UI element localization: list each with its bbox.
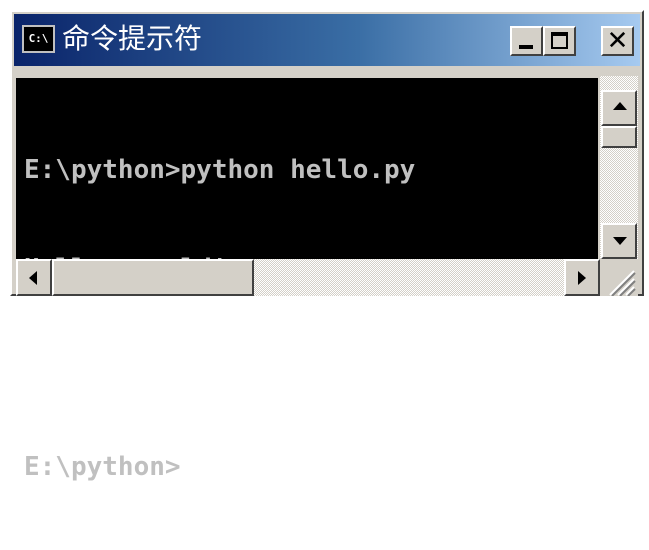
- arrow-left-icon: [29, 271, 37, 285]
- arrow-down-icon: [613, 237, 627, 245]
- scroll-down-button[interactable]: [601, 223, 637, 259]
- scroll-up-button[interactable]: [601, 90, 637, 126]
- arrow-right-icon: [578, 271, 586, 285]
- minimize-icon: [519, 45, 533, 49]
- vertical-scrollbar[interactable]: [600, 76, 638, 259]
- command-prompt-window: C:\ 命令提示符 ✕ E:\python>python hello.py He…: [10, 10, 644, 482]
- window-title: 命令提示符: [62, 22, 203, 55]
- vertical-scroll-thumb[interactable]: [601, 126, 637, 148]
- console-app-icon[interactable]: C:\: [22, 25, 55, 53]
- console-line-command: E:\python>python hello.py: [24, 155, 416, 185]
- close-icon: ✕: [606, 26, 629, 56]
- maximize-button[interactable]: [543, 26, 576, 56]
- scroll-right-button[interactable]: [564, 259, 600, 296]
- maximize-icon: [551, 32, 568, 49]
- console-line-prompt: E:\python>: [24, 452, 181, 482]
- horizontal-scrollbar[interactable]: [16, 259, 600, 296]
- console-output[interactable]: E:\python>python hello.py Hello, world! …: [16, 78, 598, 482]
- resize-grip-icon[interactable]: [600, 259, 638, 296]
- horizontal-scroll-thumb[interactable]: [52, 259, 254, 296]
- scroll-left-button[interactable]: [16, 259, 52, 296]
- close-button[interactable]: ✕: [601, 26, 634, 56]
- title-bar[interactable]: C:\ 命令提示符 ✕: [14, 14, 640, 66]
- minimize-button[interactable]: [510, 26, 543, 56]
- arrow-up-icon: [613, 102, 627, 110]
